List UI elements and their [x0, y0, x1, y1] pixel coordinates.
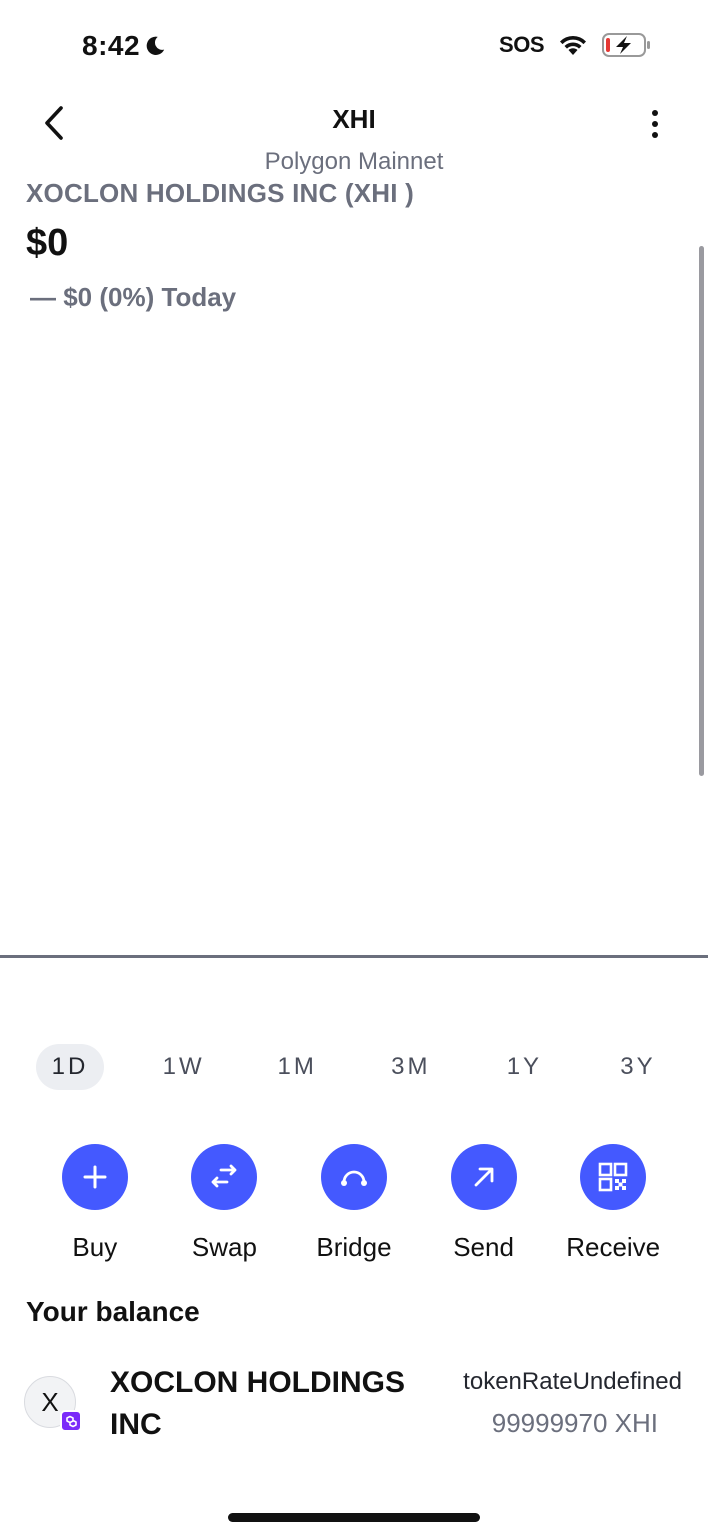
more-dot — [652, 132, 658, 138]
send-button[interactable]: Send — [419, 1144, 549, 1263]
action-bar: Buy Swap Bridge Send Receive — [30, 1144, 678, 1263]
more-vertical-icon — [652, 110, 658, 116]
price-chart-line — [0, 955, 708, 958]
range-1m[interactable]: 1M — [263, 1044, 331, 1090]
time-range-selector: 1D 1W 1M 3M 1Y 3Y — [36, 1044, 672, 1090]
send-circle[interactable] — [450, 1144, 517, 1210]
more-options-button[interactable] — [640, 104, 670, 144]
buy-circle[interactable] — [61, 1144, 128, 1210]
battery-charging-icon — [602, 33, 650, 57]
asset-name: XOCLON HOLDINGS INC — [110, 1366, 406, 1441]
range-1y[interactable]: 1Y — [490, 1044, 558, 1090]
scrollbar[interactable] — [699, 246, 704, 776]
token-price: $0 — [26, 222, 69, 264]
status-bar-time: 8:42 — [82, 30, 166, 62]
moon-icon — [146, 36, 165, 55]
more-dot — [652, 121, 658, 127]
range-1d[interactable]: 1D — [36, 1044, 104, 1090]
sos-label: SOS — [499, 32, 544, 57]
qr-code-icon — [598, 1162, 628, 1192]
buy-button[interactable]: Buy — [30, 1144, 160, 1263]
balance-title: Your balance — [26, 1296, 200, 1327]
buy-label: Buy — [72, 1232, 118, 1262]
receive-circle[interactable] — [580, 1144, 647, 1210]
asset-fiat-rate: tokenRateUndefined — [463, 1368, 682, 1395]
wifi-icon — [560, 35, 586, 55]
bridge-label: Bridge — [316, 1232, 392, 1262]
bridge-circle[interactable] — [320, 1144, 387, 1210]
polygon-badge-icon — [60, 1410, 82, 1432]
send-label: Send — [453, 1232, 514, 1262]
range-1w[interactable]: 1W — [150, 1044, 218, 1090]
swap-label: Swap — [191, 1232, 257, 1262]
receive-label: Receive — [566, 1232, 661, 1262]
receive-button[interactable]: Receive — [548, 1144, 678, 1263]
swap-button[interactable]: Swap — [160, 1144, 290, 1263]
bridge-button[interactable]: Bridge — [289, 1144, 419, 1263]
time-text: 8:42 — [82, 30, 141, 61]
range-3y[interactable]: 3Y — [604, 1044, 672, 1090]
page-title: XHI — [332, 104, 376, 134]
swap-arrows-icon — [211, 1164, 237, 1188]
swap-circle[interactable] — [191, 1144, 258, 1210]
status-bar-indicators: SOS — [499, 32, 652, 58]
asset-amount: 99999970 XHI — [491, 1408, 658, 1438]
token-full-name: XOCLON HOLDINGS INC (XHI ) — [26, 178, 414, 208]
range-3m[interactable]: 3M — [377, 1044, 445, 1090]
asset-row[interactable]: X XOCLON HOLDINGS INC tokenRateUndefined… — [24, 1360, 684, 1450]
token-price-change: — $0 (0%) Today — [30, 282, 237, 312]
send-arrow-icon — [474, 1167, 493, 1187]
network-subtitle: Polygon Mainnet — [264, 148, 444, 175]
bridge-icon — [340, 1170, 367, 1186]
plus-icon — [83, 1165, 107, 1189]
home-indicator[interactable] — [228, 1513, 480, 1522]
